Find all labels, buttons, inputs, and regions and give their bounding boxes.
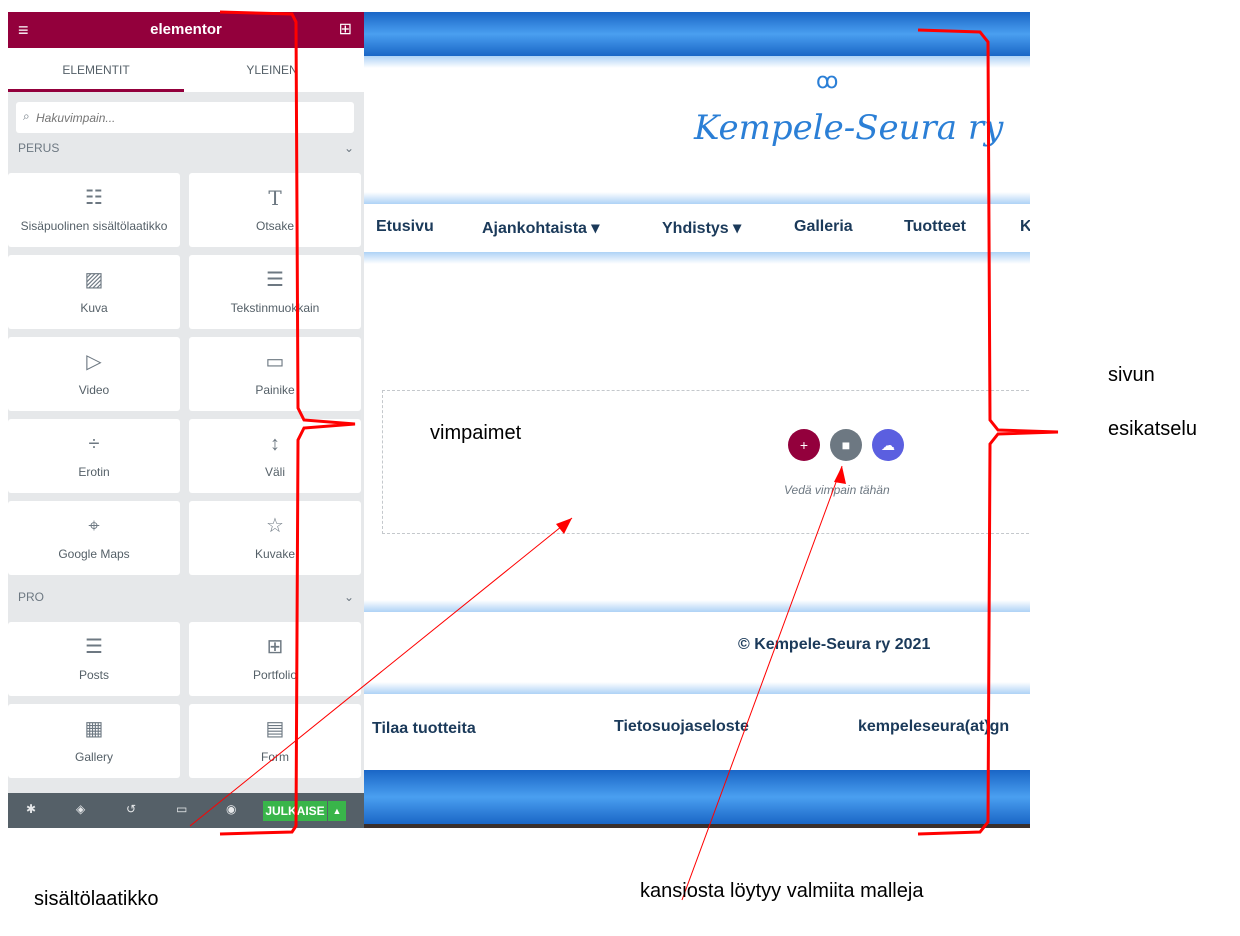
arrow-section-head [556,518,572,534]
annotation-section: sisältölaatikko [34,888,159,910]
annotation-widgets: vimpaimet [430,422,522,444]
annotation-templates: kansiosta löytyy valmiita malleja [640,880,924,902]
brace-preview [917,28,1059,836]
arrow-templates-head [834,466,846,484]
annotation-preview-line2: esikatselu [1108,418,1197,440]
arrow-section [189,517,573,827]
brace-widgets [219,10,356,836]
arrow-templates [681,465,843,901]
annotation-overlay [189,10,1059,901]
annotation-preview-line1: sivun [1108,364,1155,386]
